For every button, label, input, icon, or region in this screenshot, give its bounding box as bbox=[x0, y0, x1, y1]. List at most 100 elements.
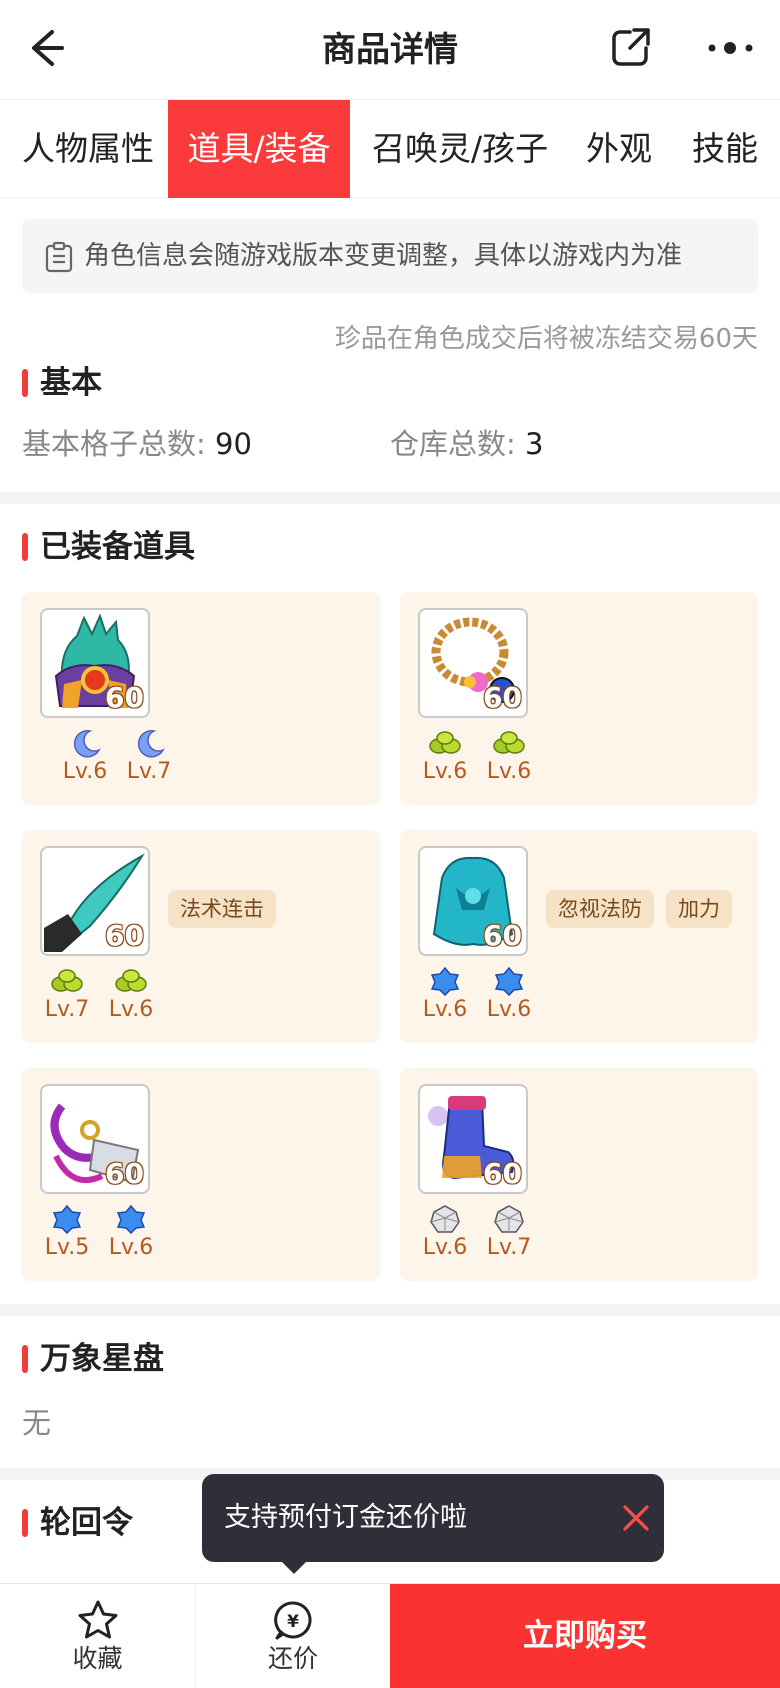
freeze-note: 珍品在角色成交后将被冻结交易60天 bbox=[334, 324, 758, 354]
slots-stat: 基本格子总数: 90 bbox=[22, 424, 252, 464]
slots-label: 基本格子总数: bbox=[22, 427, 206, 461]
weapon-icon[interactable]: 60 bbox=[40, 846, 150, 956]
equipment-card-helmet[interactable]: 60 Lv.6 Lv.7 bbox=[22, 592, 380, 805]
belt-icon[interactable]: 60 bbox=[40, 1084, 150, 1194]
attribute-tag: 法术连击 bbox=[168, 890, 276, 928]
favorite-label: 收藏 bbox=[72, 1644, 123, 1673]
toast-text: 支持预付订金还价啦 bbox=[224, 1502, 467, 1533]
gem-level: Lv.7 bbox=[126, 759, 172, 784]
moon-gem-icon bbox=[137, 730, 165, 758]
bargain-yen-icon: ¥ bbox=[274, 1601, 312, 1640]
star-disk-value: 无 bbox=[22, 1406, 52, 1440]
slots-value: 90 bbox=[215, 427, 252, 461]
close-icon[interactable] bbox=[622, 1504, 650, 1532]
tab-items-equipment[interactable]: 道具/装备 bbox=[168, 100, 350, 198]
gem-level: Lv.5 bbox=[44, 1235, 90, 1260]
clipboard-icon bbox=[45, 241, 73, 273]
favorite-button[interactable]: 收藏 bbox=[0, 1584, 195, 1688]
gem-level: Lv.6 bbox=[108, 1235, 154, 1260]
section-label: 基本 bbox=[40, 365, 102, 401]
green-gem-icon bbox=[51, 969, 83, 992]
category-tabs: 人物属性 道具/装备 召唤灵/孩子 外观 技能 bbox=[0, 100, 780, 198]
gem-slot: Lv.7 bbox=[122, 728, 176, 786]
bargain-toast: 支持预付订金还价啦 bbox=[202, 1474, 664, 1574]
svg-text:¥: ¥ bbox=[287, 1612, 299, 1632]
warehouse-value: 3 bbox=[525, 427, 544, 461]
item-level: 60 bbox=[105, 919, 144, 952]
silver-gem-icon bbox=[430, 1205, 460, 1233]
gem-slot: Lv.7 bbox=[482, 1204, 536, 1262]
gem-slot: Lv.6 bbox=[482, 728, 536, 786]
gem-slot: Lv.6 bbox=[418, 1204, 472, 1262]
attribute-tag: 加力 bbox=[666, 890, 732, 928]
header-bar: 商品详情 bbox=[0, 0, 780, 100]
gem-slot: Lv.5 bbox=[40, 1204, 94, 1262]
section-label: 轮回令 bbox=[40, 1505, 133, 1541]
section-bar bbox=[22, 1345, 28, 1373]
item-level: 60 bbox=[483, 1157, 522, 1190]
toast-pointer bbox=[280, 1560, 308, 1574]
gem-slot: Lv.6 bbox=[58, 728, 112, 786]
notice-text: 角色信息会随游戏版本变更调整，具体以游戏内为准 bbox=[84, 241, 683, 271]
item-level: 60 bbox=[483, 681, 522, 714]
section-label: 已装备道具 bbox=[40, 529, 195, 565]
bargain-button[interactable]: ¥ 还价 bbox=[196, 1584, 390, 1688]
helmet-icon[interactable]: 60 bbox=[40, 608, 150, 718]
gem-level: Lv.7 bbox=[44, 997, 90, 1022]
star-icon bbox=[78, 1600, 117, 1639]
equipment-card-armor[interactable]: 60 忽视法防 加力 Lv.6 Lv.6 bbox=[400, 830, 758, 1043]
gem-level: Lv.6 bbox=[108, 997, 154, 1022]
warehouse-stat: 仓库总数: 3 bbox=[390, 424, 543, 464]
blue-gem-icon bbox=[430, 966, 460, 996]
gem-level: Lv.7 bbox=[486, 1235, 532, 1260]
item-level: 60 bbox=[105, 681, 144, 714]
tab-summons-children[interactable]: 召唤灵/孩子 bbox=[372, 100, 548, 198]
blue-gem-icon bbox=[52, 1204, 82, 1234]
gem-level: Lv.6 bbox=[422, 997, 468, 1022]
section-bar bbox=[22, 1509, 28, 1537]
necklace-icon[interactable]: 60 bbox=[418, 608, 528, 718]
buy-now-button[interactable]: 立即购买 bbox=[390, 1584, 780, 1688]
equipment-card-necklace[interactable]: 60 Lv.6 Lv.6 bbox=[400, 592, 758, 805]
silver-gem-icon bbox=[494, 1205, 524, 1233]
boots-icon[interactable]: 60 bbox=[418, 1084, 528, 1194]
bottom-action-bar: 收藏 ¥ 还价 立即购买 bbox=[0, 1583, 780, 1688]
gem-slot: Lv.6 bbox=[418, 966, 472, 1024]
gem-slot: Lv.6 bbox=[418, 728, 472, 786]
equipment-card-boots[interactable]: 60 Lv.6 Lv.7 bbox=[400, 1068, 758, 1281]
gem-level: Lv.6 bbox=[486, 759, 532, 784]
gem-slot: Lv.6 bbox=[104, 1204, 158, 1262]
section-divider bbox=[0, 1304, 780, 1316]
page-title: 商品详情 bbox=[322, 30, 458, 70]
share-icon[interactable] bbox=[608, 24, 654, 70]
equipment-card-weapon[interactable]: 60 法术连击 Lv.7 Lv.6 bbox=[22, 830, 380, 1043]
gem-level: Lv.6 bbox=[422, 759, 468, 784]
more-dots-icon[interactable] bbox=[706, 30, 756, 66]
gem-level: Lv.6 bbox=[62, 759, 108, 784]
armor-icon[interactable]: 60 bbox=[418, 846, 528, 956]
tab-character-attributes[interactable]: 人物属性 bbox=[22, 100, 154, 198]
blue-gem-icon bbox=[494, 966, 524, 996]
section-bar bbox=[22, 533, 28, 561]
section-bar bbox=[22, 369, 28, 397]
attribute-tag: 忽视法防 bbox=[546, 890, 654, 928]
green-gem-icon bbox=[493, 731, 525, 754]
section-label: 万象星盘 bbox=[40, 1341, 164, 1377]
green-gem-icon bbox=[429, 731, 461, 754]
gem-level: Lv.6 bbox=[486, 997, 532, 1022]
warehouse-label: 仓库总数: bbox=[390, 427, 516, 461]
tab-skills[interactable]: 技能 bbox=[692, 100, 758, 198]
gem-slot: Lv.6 bbox=[482, 966, 536, 1024]
gem-slot: Lv.7 bbox=[40, 966, 94, 1024]
equipment-card-belt[interactable]: 60 Lv.5 Lv.6 bbox=[22, 1068, 380, 1281]
gem-level: Lv.6 bbox=[422, 1235, 468, 1260]
blue-gem-icon bbox=[116, 1204, 146, 1234]
moon-gem-icon bbox=[73, 730, 101, 758]
item-level: 60 bbox=[105, 1157, 144, 1190]
tab-appearance[interactable]: 外观 bbox=[586, 100, 652, 198]
green-gem-icon bbox=[115, 969, 147, 992]
item-level: 60 bbox=[483, 919, 522, 952]
section-divider bbox=[0, 492, 780, 504]
info-notice: 角色信息会随游戏版本变更调整，具体以游戏内为准 bbox=[22, 219, 758, 293]
bargain-label: 还价 bbox=[267, 1644, 318, 1673]
